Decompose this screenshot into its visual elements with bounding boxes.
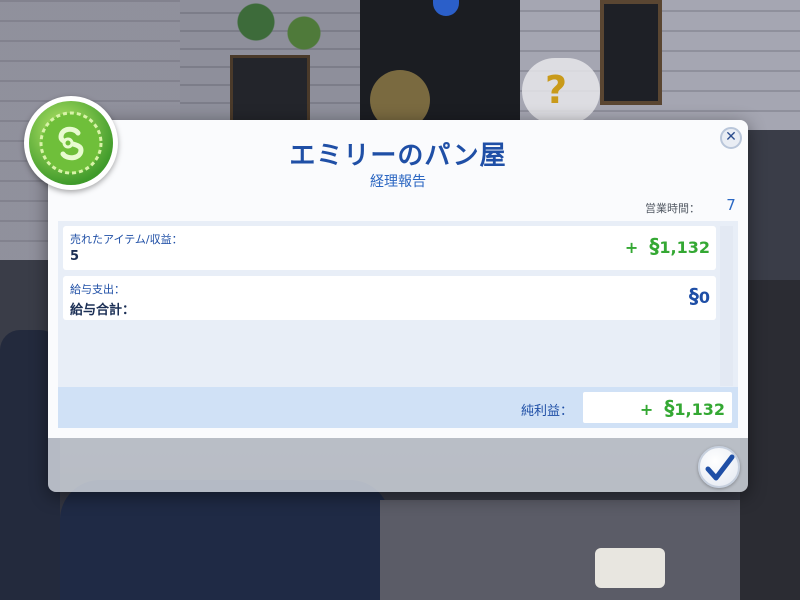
net-profit-value: 1,132 [674,400,725,419]
dialog-subtitle: 経理報告 [370,174,426,190]
dialog-body: エミリーのパン屋 経理報告 ✕ 営業時間： 7 売れたアイテム/収益： 5 + … [48,120,748,438]
sales-row: 売れたアイテム/収益： 5 + §1,132 [63,226,716,270]
net-profit-label: 純利益： [521,404,574,419]
simoleon-icon: § [664,396,675,420]
payroll-amount-value: 0 [698,288,710,307]
net-profit-amount: + §1,132 [640,396,725,420]
net-profit-box: + §1,132 [583,392,732,423]
payroll-amount: §0 [689,284,710,308]
simoleon-badge [24,96,118,190]
question-mark-icon: ? [545,68,568,112]
close-button[interactable]: ✕ [720,127,742,149]
close-icon: ✕ [725,129,737,145]
cash-register [740,280,800,600]
report-scrollbar[interactable] [720,226,733,386]
simoleon-icon: § [649,234,660,258]
report-panel: 売れたアイテム/収益： 5 + §1,132 給与支出： 給与合計： §0 純利… [58,221,738,428]
business-hours-value: 7 [726,196,736,214]
hanging-plant [220,0,340,55]
cake-display [595,548,665,588]
items-sold-count: 5 [70,249,80,264]
sim-figure-front [60,480,390,600]
confirm-button[interactable] [698,446,740,488]
checkmark-icon [705,454,735,481]
menu-chalkboard-right [600,0,662,105]
payroll-label: 給与支出： [70,283,125,296]
dialog-footer [48,438,748,492]
business-hours-label: 営業時間： [645,202,700,215]
sales-label: 売れたアイテム/収益： [70,233,183,246]
menu-chalkboard-left [230,55,310,125]
sales-amount: + §1,132 [625,234,710,258]
payroll-total-label: 給与合計： [70,303,136,318]
business-report-dialog: エミリーのパン屋 経理報告 ✕ 営業時間： 7 売れたアイテム/収益： 5 + … [48,120,748,492]
simoleon-icon: § [688,284,699,308]
net-profit-bar: 純利益： + §1,132 [58,387,738,428]
bakery-counter [380,500,800,600]
net-profit-sign: + [639,400,654,419]
dialog-title: エミリーのパン屋 [289,141,507,171]
sales-sign: + [624,238,639,257]
simoleon-badge-icon [29,101,113,185]
sales-amount-value: 1,132 [659,238,710,257]
payroll-row: 給与支出： 給与合計： §0 [63,276,716,320]
